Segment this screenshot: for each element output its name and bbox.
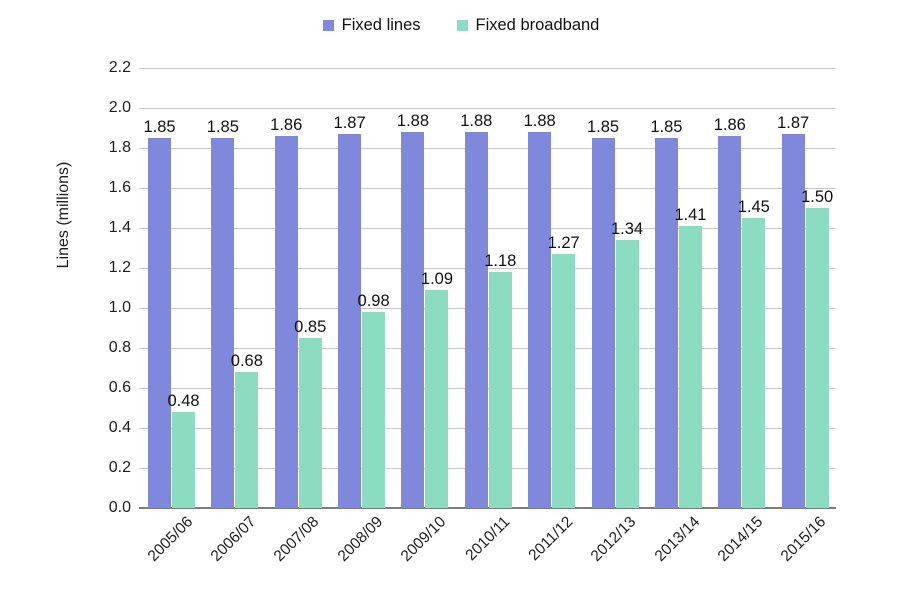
bar-fixed-lines[interactable] [338,134,362,508]
bar-fixed-broadband[interactable] [615,240,639,508]
bar-fixed-lines[interactable] [211,138,235,508]
bar-fixed-lines[interactable] [654,138,678,508]
x-axis-tick-label: 2009/10 [397,513,450,565]
bar-group: 1.85 0.68 [202,68,265,508]
bar-value-label: 1.85 [143,118,176,136]
chart-legend: Fixed lines Fixed broadband [0,17,922,34]
bar-fixed-broadband[interactable] [552,254,576,508]
bar-group: 1.85 1.41 [646,68,709,508]
bar-fixed-broadband[interactable] [362,312,386,508]
y-axis-tick-label: 1.2 [108,259,131,276]
x-axis-tick-label: 2014/15 [714,513,767,565]
x-axis-tick-label: 2005/06 [144,513,196,565]
y-axis-tick-label: 2.2 [108,59,131,76]
bar-fixed-broadband[interactable] [425,290,449,508]
bar-group: 1.86 0.85 [266,68,329,508]
bar-group: 1.87 1.50 [773,68,836,508]
bar-group: 1.85 0.48 [139,68,202,508]
bar-value-label: 1.88 [460,112,493,130]
bar-group: 1.88 1.18 [456,68,519,508]
bar-fixed-broadband[interactable] [678,226,702,508]
y-axis-tick-label: 1.6 [108,179,131,196]
bar-fixed-lines[interactable] [591,138,615,508]
square-swatch-icon [322,20,334,31]
bar-value-label: 1.88 [523,112,556,130]
bar-fixed-lines[interactable] [401,132,425,508]
bar-fixed-broadband[interactable] [805,208,829,508]
legend-item-1[interactable]: Fixed lines [322,16,421,34]
square-swatch-icon [456,20,468,31]
bar-value-label: 1.85 [586,118,620,136]
legend-label: Fixed lines [341,16,421,34]
bar-value-label: 1.85 [650,118,683,136]
legend-label: Fixed broadband [475,16,600,34]
bar-value-label: 1.50 [801,188,834,206]
y-axis-tick-label: 0.6 [108,379,131,396]
bar-fixed-broadband[interactable] [298,338,322,508]
y-axis-tick-label: 0.2 [108,459,131,476]
x-axis-tick-label: 2011/12 [525,513,577,565]
y-axis-tick-label: 1.4 [108,219,131,236]
bar-fixed-lines[interactable] [148,138,171,508]
x-axis-tick-labels: 2005/06 2006/07 2007/08 2008/09 2009/10 2010/… [139,513,836,602]
y-axis-tick-label: 2.0 [108,99,131,116]
bar-group: 1.85 1.34 [583,68,646,508]
bar-value-label: 1.88 [396,112,430,130]
bar-fixed-lines[interactable] [464,132,488,508]
plot-area: 1.85 0.48 1.85 0.68 1.86 0.85 1.87 0.98 1.88 1.09… [139,68,836,509]
y-axis-tick-label: 0.4 [108,419,131,436]
bar-fixed-lines[interactable] [718,136,742,508]
y-axis-tick-label: 0.8 [108,339,131,356]
bar-fixed-lines[interactable] [528,132,552,508]
bar-group: 1.88 1.09 [392,68,455,508]
bar-fixed-broadband[interactable] [488,272,512,508]
bar-value-label: 1.85 [206,118,239,136]
x-axis-tick-label: 2012/13 [587,513,640,565]
x-axis-tick-label: 2013/14 [651,513,703,565]
y-axis-tick-label: 1.0 [108,299,131,316]
y-axis-tick-labels: 2.2 2.0 1.8 1.6 1.4 1.2 1.0 0.8 0.6 0.4 0.2 0.0 [69,60,131,516]
bar-value-label: 1.86 [270,116,303,134]
x-axis-tick-label: 2010/11 [461,513,513,565]
bar-fixed-broadband[interactable] [235,372,259,508]
x-axis-tick-label: 2007/08 [271,513,323,565]
bar-value-label: 1.87 [333,114,366,132]
bar-chart: Fixed lines Fixed broadband Lines (millio… [0,0,922,602]
bar-group: 1.87 0.98 [329,68,392,508]
legend-item-2[interactable]: Fixed broadband [456,16,600,34]
bar-fixed-broadband[interactable] [742,218,766,508]
x-axis-tick-label: 2015/16 [777,513,830,565]
bar-group: 1.88 1.27 [519,68,582,508]
bar-fixed-broadband[interactable] [172,412,195,508]
bar-value-label: 1.87 [777,114,810,132]
y-axis-tick-label: 0.0 [108,499,131,516]
bar-group: 1.86 1.45 [709,68,772,508]
bar-value-label: 1.86 [713,116,746,134]
x-axis-tick-label: 2008/09 [334,513,387,565]
x-axis-tick-label: 2006/07 [207,513,260,565]
y-axis-tick-label: 1.8 [108,139,131,156]
